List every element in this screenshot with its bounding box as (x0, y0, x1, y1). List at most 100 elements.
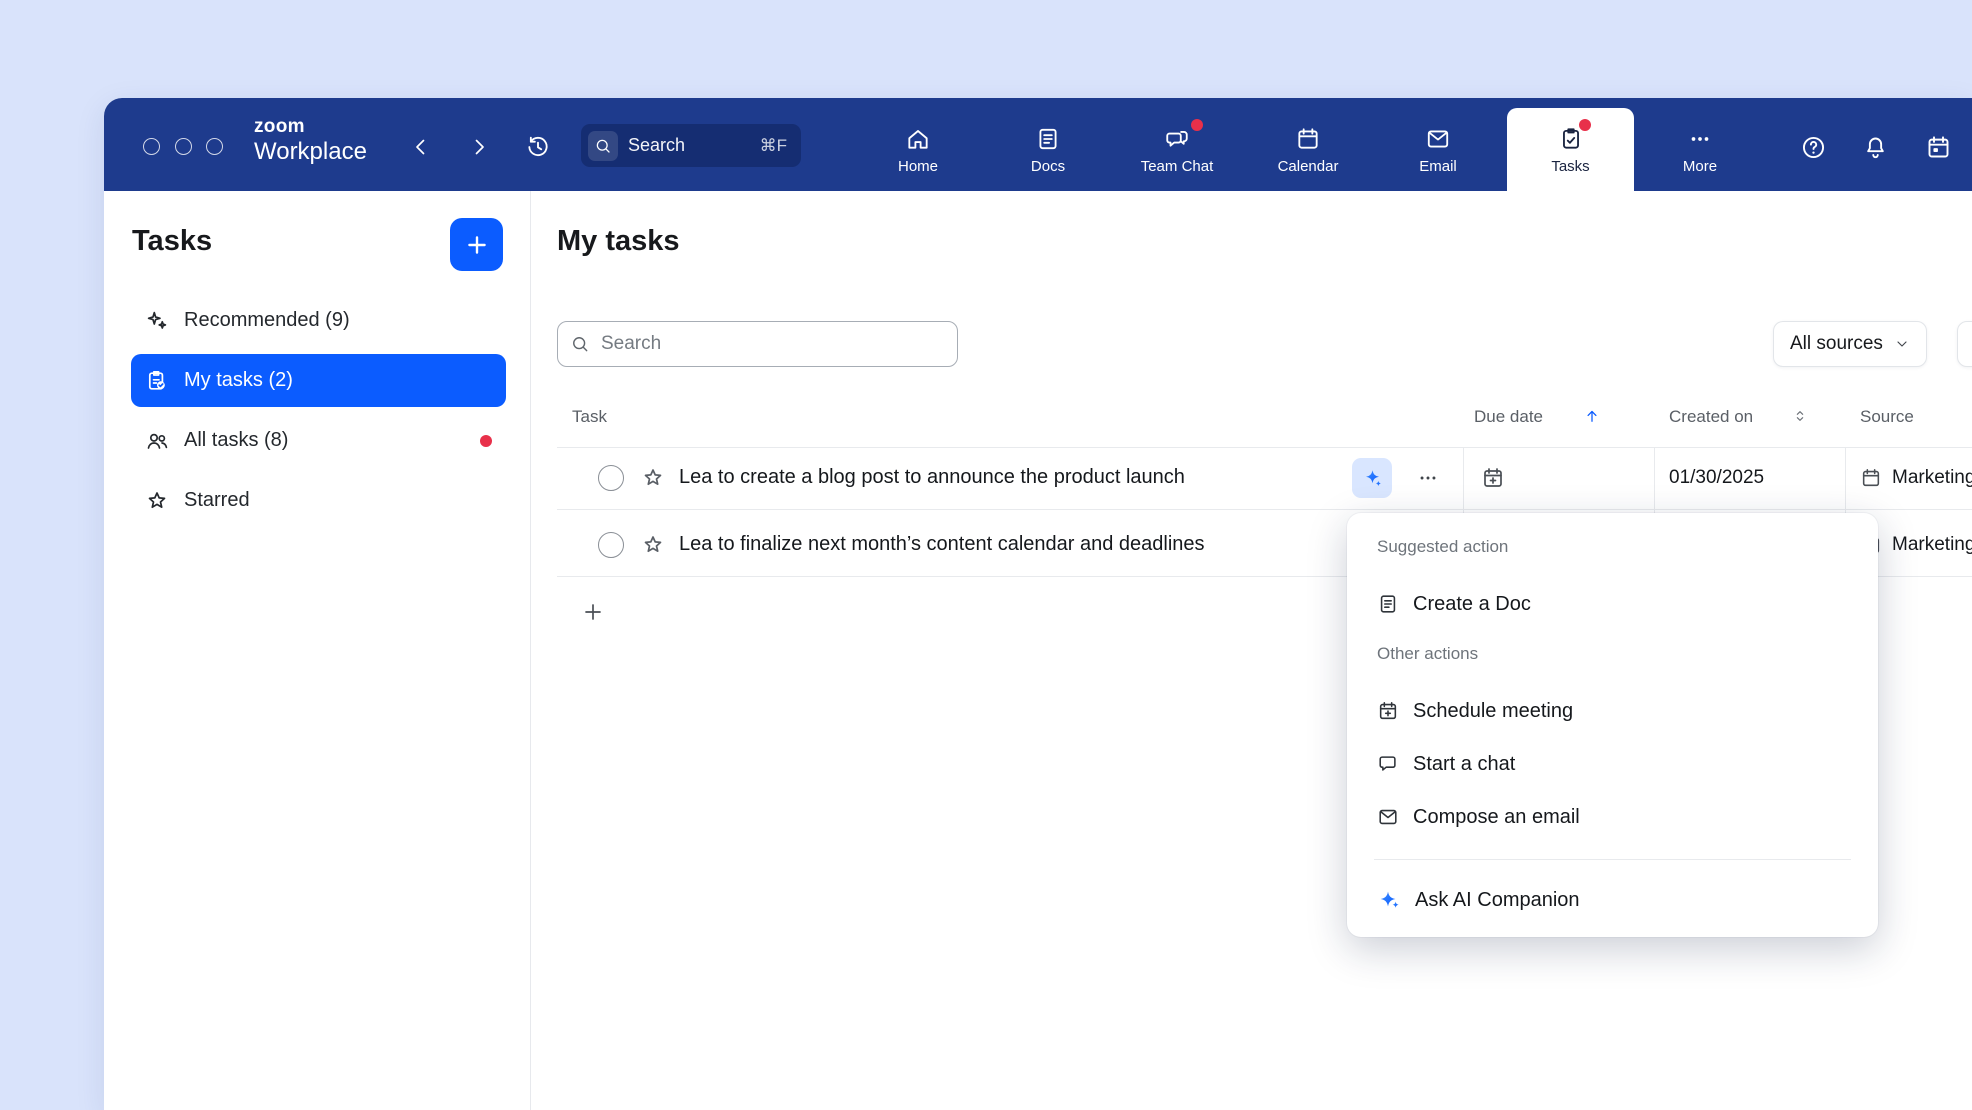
task-title[interactable]: Lea to finalize next month’s content cal… (679, 533, 1205, 556)
menu-item-compose-email[interactable]: Compose an email (1369, 795, 1856, 839)
menu-item-schedule-meeting[interactable]: Schedule meeting (1369, 689, 1856, 733)
sort-ascending-icon[interactable] (1583, 407, 1601, 425)
tab-team-chat[interactable]: Team Chat (1127, 108, 1227, 191)
calendar-plus-icon (1481, 466, 1505, 490)
email-icon (1425, 126, 1451, 152)
task-actions-menu: Suggested action Create a Doc Other acti… (1347, 513, 1878, 937)
global-search[interactable]: Search ⌘F (581, 124, 801, 167)
sidebar-item-my-tasks[interactable]: My tasks (2) (131, 354, 506, 407)
column-header-created-on[interactable]: Created on (1669, 407, 1753, 427)
my-tasks-panel: My tasks All sources Task Due date Creat… (531, 191, 1972, 1110)
partial-filter-button[interactable] (1957, 321, 1972, 367)
plus-icon (464, 232, 490, 258)
task-complete-radio[interactable] (598, 465, 624, 491)
window-control-3[interactable] (206, 138, 223, 155)
table-header-divider (557, 447, 1972, 448)
task-complete-radio[interactable] (598, 532, 624, 558)
tab-calendar[interactable]: Calendar (1258, 108, 1358, 191)
add-due-date-button[interactable] (1480, 465, 1506, 491)
ai-sparkle-icon (1362, 468, 1383, 489)
chevron-down-icon (1894, 336, 1910, 352)
people-icon (145, 429, 169, 453)
sidebar-title: Tasks (132, 225, 212, 258)
nav-forward-button[interactable] (465, 133, 493, 161)
team-chat-badge (1191, 119, 1203, 131)
row-more-button[interactable] (1415, 465, 1441, 491)
nav-back-button[interactable] (407, 133, 435, 161)
sidebar-item-recommended[interactable]: Recommended (9) (131, 294, 506, 347)
star-toggle[interactable] (640, 532, 666, 558)
menu-section-suggested: Suggested action (1377, 537, 1508, 557)
task-title[interactable]: Lea to create a blog post to announce th… (679, 466, 1185, 489)
tab-email[interactable]: Email (1388, 108, 1488, 191)
logo-zoom: zoom (254, 117, 367, 136)
zoom-workplace-window: zoom Workplace Search ⌘F (104, 98, 1972, 1110)
add-task-inline-button[interactable] (580, 599, 606, 625)
sort-both-icon[interactable] (1792, 408, 1808, 424)
help-icon (1800, 134, 1827, 161)
team-chat-icon (1164, 126, 1190, 152)
menu-item-ask-ai-companion[interactable]: Ask AI Companion (1369, 878, 1856, 922)
tab-more[interactable]: More (1650, 108, 1750, 191)
row-divider-1 (557, 509, 1972, 510)
menu-divider (1374, 859, 1851, 860)
home-icon (905, 126, 931, 152)
task-search (557, 321, 958, 367)
star-icon (145, 489, 169, 513)
source-value: Marketing (1892, 467, 1972, 489)
all-tasks-badge (480, 435, 492, 447)
logo-workplace: Workplace (254, 140, 367, 164)
envelope-icon (1377, 806, 1399, 828)
mini-calendar-button[interactable] (1924, 133, 1952, 161)
more-icon (1687, 126, 1713, 152)
search-icon-box (588, 131, 618, 161)
notifications-button[interactable] (1861, 133, 1889, 161)
top-bar: zoom Workplace Search ⌘F (104, 98, 1972, 191)
my-tasks-icon (145, 369, 169, 393)
mini-calendar-icon (1925, 134, 1952, 161)
tab-home[interactable]: Home (868, 108, 968, 191)
menu-item-start-chat[interactable]: Start a chat (1369, 742, 1856, 786)
chevron-right-icon (467, 135, 491, 159)
zoom-workplace-logo: zoom Workplace (254, 117, 367, 164)
sparkles-icon (145, 309, 169, 333)
docs-icon (1035, 126, 1061, 152)
global-search-placeholder: Search (628, 135, 685, 156)
menu-item-create-doc[interactable]: Create a Doc (1369, 582, 1856, 626)
sidebar-item-all-tasks[interactable]: All tasks (8) (131, 414, 506, 467)
sidebar-item-starred[interactable]: Starred (131, 474, 506, 527)
tasks-sidebar: Tasks Recommended (9) My tasks (2) (104, 191, 531, 1110)
bell-icon (1862, 134, 1889, 161)
source-calendar-icon (1860, 467, 1882, 489)
star-icon (641, 533, 665, 557)
tab-tasks[interactable]: Tasks (1507, 108, 1634, 191)
ellipsis-icon (1417, 467, 1439, 489)
column-header-task[interactable]: Task (572, 407, 607, 427)
search-icon (570, 334, 590, 354)
global-search-shortcut: ⌘F (760, 136, 787, 156)
history-button[interactable] (524, 133, 552, 161)
ai-actions-button[interactable] (1352, 458, 1392, 498)
new-task-button[interactable] (450, 218, 503, 271)
tasks-badge (1579, 119, 1591, 131)
doc-icon (1377, 593, 1399, 615)
column-header-source[interactable]: Source (1860, 407, 1914, 427)
page-title: My tasks (557, 225, 680, 258)
history-icon (525, 134, 551, 160)
task-search-input[interactable] (599, 332, 945, 356)
window-control-1[interactable] (143, 138, 160, 155)
star-toggle[interactable] (640, 465, 666, 491)
help-button[interactable] (1799, 133, 1827, 161)
tasks-icon (1558, 126, 1584, 152)
plus-icon (581, 600, 605, 624)
column-header-due-date[interactable]: Due date (1474, 407, 1543, 427)
star-icon (641, 466, 665, 490)
menu-section-other: Other actions (1377, 644, 1478, 664)
window-control-2[interactable] (175, 138, 192, 155)
calendar-icon (1295, 126, 1321, 152)
tab-docs[interactable]: Docs (998, 108, 1098, 191)
chevron-left-icon (409, 135, 433, 159)
source-value: Marketing (1892, 534, 1972, 556)
calendar-plus-icon (1377, 700, 1399, 722)
sources-filter-dropdown[interactable]: All sources (1773, 321, 1927, 367)
